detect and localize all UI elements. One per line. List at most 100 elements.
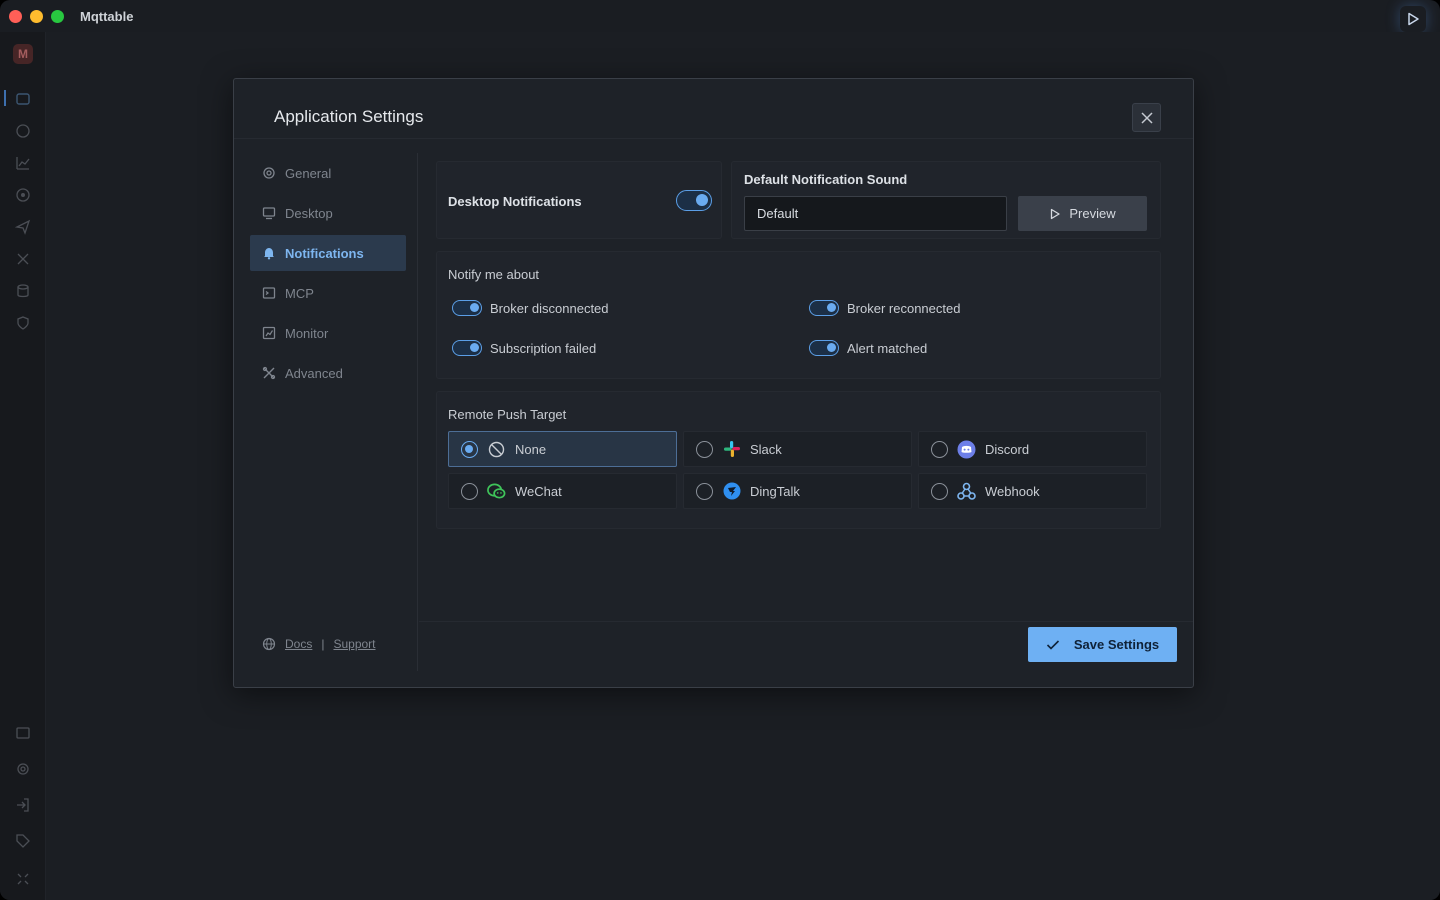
run-button[interactable] xyxy=(1400,6,1426,32)
nav-item-mcp[interactable]: MCP xyxy=(250,275,406,311)
notification-sound-value: Default xyxy=(757,206,799,221)
event-toggle[interactable] xyxy=(809,340,839,356)
event-toggle[interactable] xyxy=(452,300,482,316)
event-label: Broker reconnected xyxy=(847,300,961,316)
event-toggle[interactable] xyxy=(452,340,482,356)
push-target-none[interactable]: None xyxy=(448,431,677,467)
docs-link[interactable]: Docs xyxy=(285,637,312,651)
push-target-webhook[interactable]: Webhook xyxy=(918,473,1147,509)
event-broker-reconnected: Broker reconnected xyxy=(809,300,960,316)
discord-icon xyxy=(957,440,976,459)
close-window-button[interactable] xyxy=(9,9,22,23)
preview-sound-button[interactable]: Preview xyxy=(1018,196,1147,231)
close-icon xyxy=(1140,111,1153,124)
app-title: Mqttable xyxy=(80,8,134,24)
support-link[interactable]: Support xyxy=(333,637,375,651)
notification-sound-label: Default Notification Sound xyxy=(744,172,908,187)
preview-label: Preview xyxy=(1069,206,1116,221)
desktop-notifications-toggle[interactable] xyxy=(676,190,712,211)
gear-icon xyxy=(263,167,275,179)
notification-sound-select[interactable]: Default xyxy=(744,196,1007,231)
event-subscription-failed: Subscription failed xyxy=(452,340,596,356)
desktop-notifications-panel: Desktop Notifications xyxy=(436,161,722,239)
wechat-icon xyxy=(487,482,506,501)
push-target-slack[interactable]: Slack xyxy=(683,431,912,467)
footer-separator: | xyxy=(321,637,325,651)
globe-icon xyxy=(262,637,276,651)
login-icon[interactable] xyxy=(14,796,32,814)
push-target-label: None xyxy=(515,441,547,457)
nav-item-label: Advanced xyxy=(285,365,343,381)
check-icon xyxy=(1046,639,1059,650)
notify-events-panel: Notify me about Broker disconnected Brok… xyxy=(436,251,1161,379)
nav-item-notifications[interactable]: Notifications xyxy=(250,235,406,271)
app-logo: M xyxy=(13,44,33,64)
terminal-icon xyxy=(262,287,276,299)
remote-push-panel: Remote Push Target None Slack Discord We… xyxy=(436,391,1161,529)
push-target-label: Discord xyxy=(985,441,1030,457)
save-settings-label: Save Settings xyxy=(1073,637,1160,652)
maximize-window-button[interactable] xyxy=(51,9,64,23)
event-label: Subscription failed xyxy=(490,340,597,356)
target-icon[interactable] xyxy=(14,186,32,204)
notify-events-title: Notify me about xyxy=(448,267,540,282)
tag-icon[interactable] xyxy=(14,832,32,850)
window-controls xyxy=(9,9,64,23)
nav-item-label: Monitor xyxy=(285,325,329,341)
expand-icon[interactable] xyxy=(14,870,32,888)
chart-icon[interactable] xyxy=(14,154,32,172)
radio-button[interactable] xyxy=(931,440,948,458)
nav-item-desktop[interactable]: Desktop xyxy=(250,195,406,231)
push-target-label: Slack xyxy=(750,441,782,457)
push-target-dingtalk[interactable]: DingTalk xyxy=(683,473,912,509)
chart-icon xyxy=(262,326,276,340)
push-target-label: Webhook xyxy=(985,483,1040,499)
nav-footer: Docs | Support xyxy=(262,637,376,651)
ban-icon xyxy=(487,440,506,459)
tools-icon xyxy=(262,366,276,380)
push-target-wechat[interactable]: WeChat xyxy=(448,473,677,509)
push-target-label: WeChat xyxy=(515,483,562,499)
radio-button[interactable] xyxy=(931,482,948,500)
send-icon[interactable] xyxy=(14,218,32,236)
shield-icon[interactable] xyxy=(14,314,32,332)
event-toggle[interactable] xyxy=(809,300,839,316)
event-label: Broker disconnected xyxy=(490,300,609,316)
connections-icon[interactable] xyxy=(14,90,32,108)
radio-button[interactable] xyxy=(461,482,478,500)
event-label: Alert matched xyxy=(847,340,928,356)
nav-item-monitor[interactable]: Monitor xyxy=(250,315,406,351)
event-broker-disconnected: Broker disconnected xyxy=(452,300,609,316)
push-target-discord[interactable]: Discord xyxy=(918,431,1147,467)
monitor-icon xyxy=(262,207,276,220)
nav-item-general[interactable]: General xyxy=(250,155,406,191)
close-dialog-button[interactable] xyxy=(1132,103,1161,132)
nav-item-label: MCP xyxy=(285,285,314,301)
radio-button[interactable] xyxy=(461,440,478,458)
side-rail: M xyxy=(0,32,46,900)
save-settings-button[interactable]: Save Settings xyxy=(1028,627,1177,662)
terminal-icon[interactable] xyxy=(14,724,32,742)
push-target-label: DingTalk xyxy=(750,483,800,499)
bell-icon xyxy=(264,248,274,260)
minimize-window-button[interactable] xyxy=(30,9,43,23)
radio-button[interactable] xyxy=(696,482,713,500)
play-icon xyxy=(1408,12,1419,26)
dingtalk-icon xyxy=(722,482,741,501)
tools-icon[interactable] xyxy=(14,250,32,268)
nav-item-label: General xyxy=(285,165,332,181)
title-bar: Mqttable xyxy=(0,0,1440,32)
settings-icon[interactable] xyxy=(14,760,32,778)
settings-dialog: Application Settings General Desktop Not… xyxy=(233,78,1194,688)
dialog-header: Application Settings xyxy=(234,79,1193,139)
event-alert-matched: Alert matched xyxy=(809,340,927,356)
radio-button[interactable] xyxy=(696,440,713,458)
dialog-title: Application Settings xyxy=(274,107,424,126)
settings-nav: General Desktop Notifications MCP Monito… xyxy=(234,153,418,671)
remote-push-title: Remote Push Target xyxy=(448,407,567,422)
desktop-notifications-label: Desktop Notifications xyxy=(448,194,582,209)
footer-divider xyxy=(419,621,1193,622)
nav-item-advanced[interactable]: Advanced xyxy=(250,355,406,391)
dashboard-icon[interactable] xyxy=(14,122,32,140)
database-icon[interactable] xyxy=(14,282,32,300)
